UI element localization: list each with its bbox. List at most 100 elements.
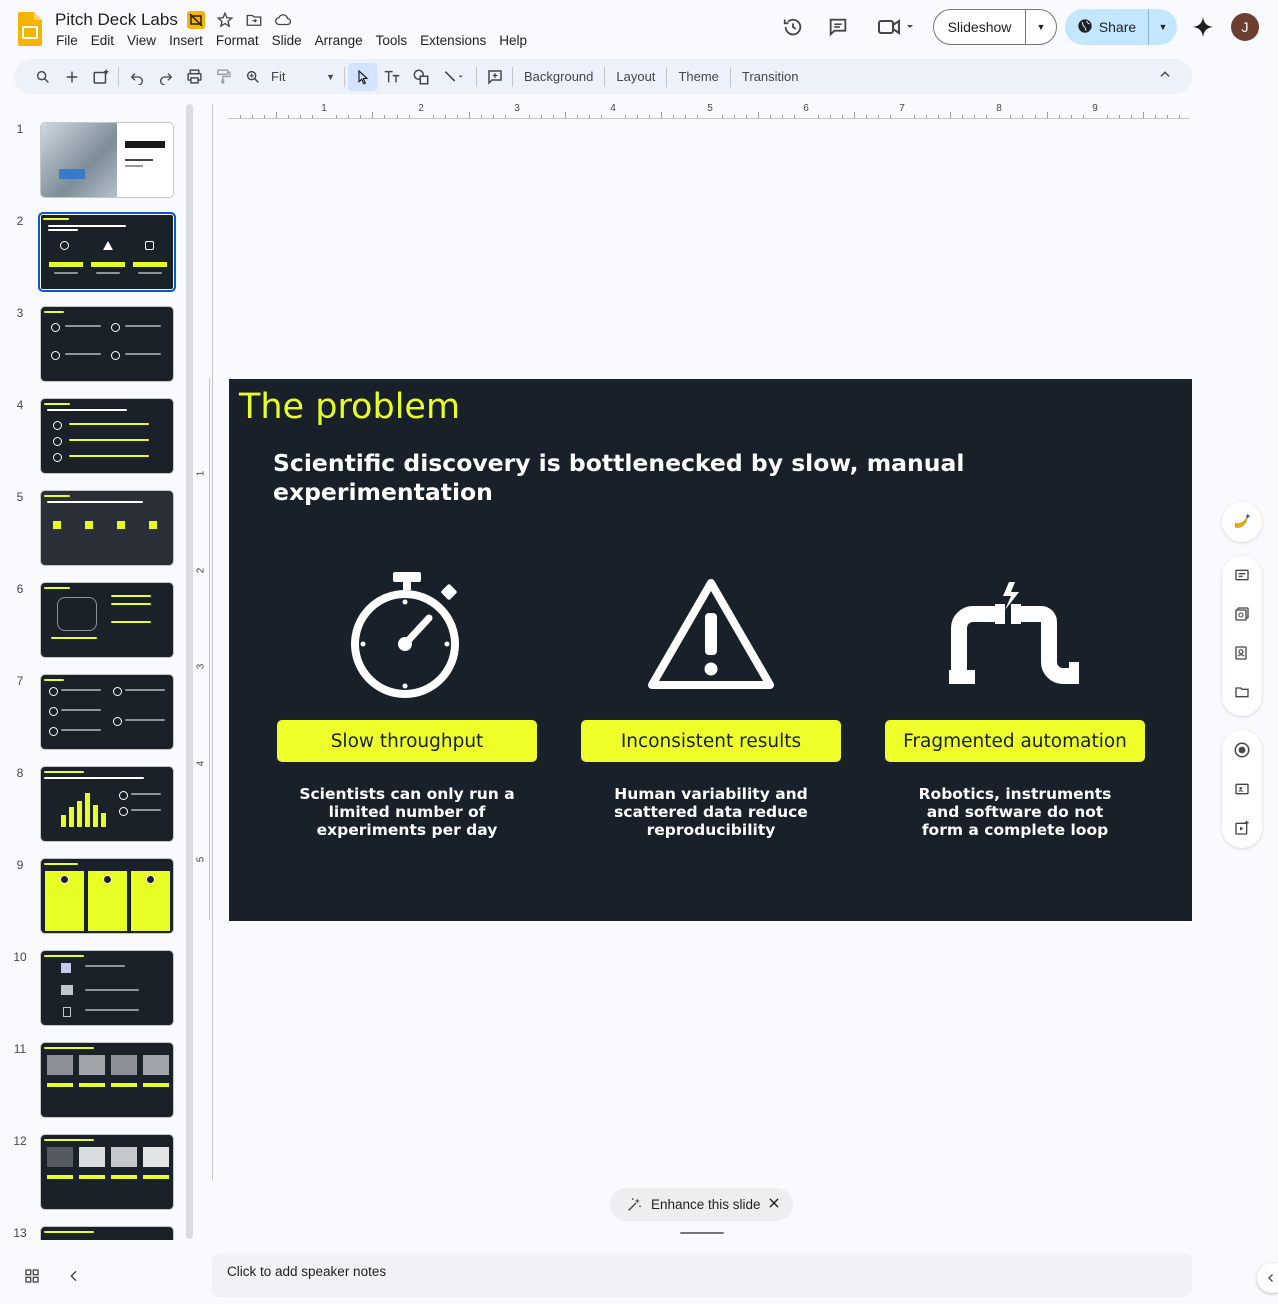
add-video-icon[interactable] xyxy=(1232,818,1252,838)
menu-edit[interactable]: Edit xyxy=(91,33,114,48)
slides-logo-icon[interactable] xyxy=(18,12,42,46)
print-icon[interactable] xyxy=(180,63,209,91)
menu-tools[interactable]: Tools xyxy=(376,33,408,48)
video-record-icon[interactable] xyxy=(1232,779,1252,799)
menu-extensions[interactable]: Extensions xyxy=(420,33,486,48)
search-icon[interactable] xyxy=(28,63,57,91)
slide-thumbnail[interactable]: 3 xyxy=(0,306,200,386)
grid-view-icon[interactable] xyxy=(24,1268,40,1289)
no-sync-badge-icon[interactable] xyxy=(186,10,206,30)
slide-preview xyxy=(40,398,174,474)
slide-thumbnail[interactable]: 2 xyxy=(0,212,200,294)
slide-preview xyxy=(40,1134,174,1210)
vertical-ruler[interactable]: 1 2 3 4 5 xyxy=(195,378,213,920)
filmstrip-scrollbar[interactable] xyxy=(186,104,193,1239)
zoom-icon[interactable] xyxy=(238,63,267,91)
close-icon[interactable] xyxy=(767,1196,781,1213)
collapse-toolbar-icon[interactable] xyxy=(1158,67,1172,84)
slide-thumbnail[interactable]: 10 xyxy=(0,950,200,1030)
slide-thumbnail[interactable]: 9 xyxy=(0,858,200,938)
menu-arrange[interactable]: Arrange xyxy=(315,33,363,48)
layout-button[interactable]: Layout xyxy=(608,69,663,84)
app-header: Pitch Deck Labs File Edit View Insert Fo… xyxy=(0,0,1278,58)
new-slide-layout-icon[interactable] xyxy=(86,63,115,91)
banana-ai-icon[interactable] xyxy=(1232,512,1252,532)
menu-help[interactable]: Help xyxy=(499,33,527,48)
problem-label[interactable]: Inconsistent results xyxy=(581,720,841,762)
slide-thumbnail[interactable]: 7 xyxy=(0,674,200,754)
folder-icon[interactable] xyxy=(1232,682,1252,702)
slide-preview xyxy=(40,582,174,658)
document-title[interactable]: Pitch Deck Labs xyxy=(55,10,178,30)
user-avatar[interactable]: J xyxy=(1231,13,1259,41)
cloud-saved-icon[interactable] xyxy=(273,10,293,30)
insert-comment-icon[interactable] xyxy=(480,63,509,91)
slide-thumbnail[interactable]: 12 xyxy=(0,1134,200,1214)
enhance-slide-chip[interactable]: Enhance this slide xyxy=(610,1188,793,1221)
menu-bar: File Edit View Insert Format Slide Arran… xyxy=(56,33,540,48)
speaker-notes-field[interactable]: Click to add speaker notes xyxy=(212,1253,1192,1297)
slide-thumbnail[interactable]: 1 xyxy=(0,122,200,202)
slide-filmstrip: 1 2 3 4 5 6 7 8 9 10 11 12 13 xyxy=(0,104,200,1240)
comments-icon[interactable] xyxy=(822,11,854,43)
side-group-apps xyxy=(1222,556,1262,716)
menu-insert[interactable]: Insert xyxy=(169,33,203,48)
broken-pipe-icon[interactable] xyxy=(945,565,1085,700)
show-side-panel-icon[interactable] xyxy=(1257,1263,1278,1293)
background-button[interactable]: Background xyxy=(516,69,601,84)
slide-thumbnail[interactable]: 5 xyxy=(0,490,200,570)
menu-slide[interactable]: Slide xyxy=(272,33,302,48)
theme-button[interactable]: Theme xyxy=(670,69,726,84)
star-icon[interactable] xyxy=(215,10,235,30)
side-group-record xyxy=(1222,730,1262,848)
stopwatch-icon[interactable] xyxy=(337,565,477,700)
zoom-select[interactable]: Fit ▼ xyxy=(267,69,341,84)
side-group-ai xyxy=(1222,502,1262,542)
share-button[interactable]: Share ▼ xyxy=(1065,9,1177,45)
problem-description[interactable]: Human variability and scattered data red… xyxy=(601,785,821,839)
toolbar: Fit ▼ Background Layout Theme Transition xyxy=(14,59,1192,94)
horizontal-ruler[interactable]: 1 2 3 4 5 6 7 8 9 xyxy=(228,103,1190,120)
shape-icon[interactable] xyxy=(406,63,435,91)
new-slide-icon[interactable] xyxy=(57,63,86,91)
undo-icon[interactable] xyxy=(122,63,151,91)
keep-icon[interactable] xyxy=(1232,604,1252,624)
slide-canvas[interactable]: The problem Scientific discovery is bott… xyxy=(229,379,1192,921)
transition-button[interactable]: Transition xyxy=(734,69,807,84)
redo-icon[interactable] xyxy=(151,63,180,91)
select-pointer-icon[interactable] xyxy=(348,62,377,91)
problem-description[interactable]: Scientists can only run a limited number… xyxy=(297,785,517,839)
menu-view[interactable]: View xyxy=(127,33,156,48)
line-tool-icon[interactable] xyxy=(435,63,473,91)
slide-thumbnail[interactable]: 4 xyxy=(0,398,200,478)
meet-camera-icon[interactable] xyxy=(872,11,918,43)
slide-thumbnail[interactable]: 11 xyxy=(0,1042,200,1122)
slide-thumbnail[interactable]: 13 xyxy=(0,1226,200,1240)
gemini-sparkle-icon[interactable] xyxy=(1187,11,1219,43)
chevron-down-icon[interactable]: ▼ xyxy=(1026,22,1056,32)
menu-file[interactable]: File xyxy=(56,33,78,48)
chevron-down-icon[interactable]: ▼ xyxy=(1149,22,1177,32)
slide-preview xyxy=(40,122,174,198)
record-icon[interactable] xyxy=(1232,740,1252,760)
slide-thumbnail[interactable]: 6 xyxy=(0,582,200,662)
slideshow-label[interactable]: Slideshow xyxy=(934,10,1026,44)
notes-resize-handle[interactable] xyxy=(680,1232,724,1234)
slideshow-button[interactable]: Slideshow ▼ xyxy=(933,9,1057,45)
menu-format[interactable]: Format xyxy=(216,33,259,48)
warning-icon[interactable] xyxy=(641,565,781,700)
slide-title[interactable]: The problem xyxy=(239,387,460,427)
problem-label[interactable]: Fragmented automation xyxy=(885,720,1145,762)
move-folder-icon[interactable] xyxy=(244,10,264,30)
paint-format-icon[interactable] xyxy=(209,63,238,91)
speaker-notes-icon[interactable] xyxy=(1232,565,1252,585)
version-history-icon[interactable] xyxy=(777,11,809,43)
slide-subtitle[interactable]: Scientific discovery is bottlenecked by … xyxy=(273,449,973,507)
text-box-icon[interactable] xyxy=(377,63,406,91)
problem-description[interactable]: Robotics, instruments and software do no… xyxy=(905,785,1125,839)
problem-label[interactable]: Slow throughput xyxy=(277,720,537,762)
slide-thumbnail[interactable]: 8 xyxy=(0,766,200,846)
collapse-filmstrip-icon[interactable] xyxy=(66,1268,82,1289)
share-label: Share xyxy=(1098,19,1137,35)
contacts-icon[interactable] xyxy=(1232,643,1252,663)
